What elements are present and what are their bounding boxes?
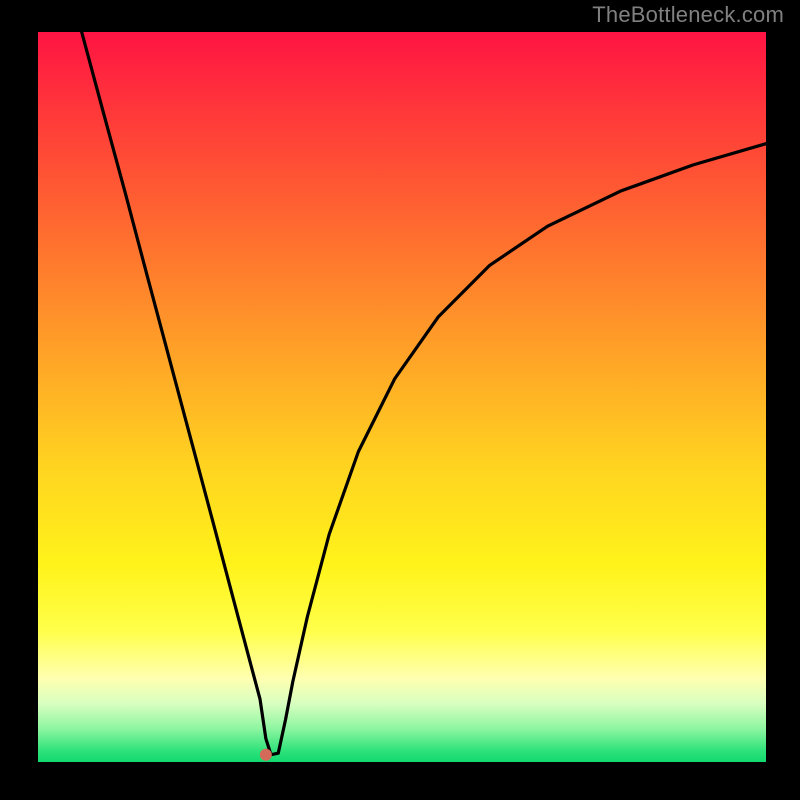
watermark-text: TheBottleneck.com bbox=[592, 2, 784, 28]
bottleneck-chart bbox=[0, 0, 800, 800]
min-point-marker bbox=[260, 749, 272, 761]
chart-container: TheBottleneck.com bbox=[0, 0, 800, 800]
plot-background bbox=[38, 32, 766, 762]
